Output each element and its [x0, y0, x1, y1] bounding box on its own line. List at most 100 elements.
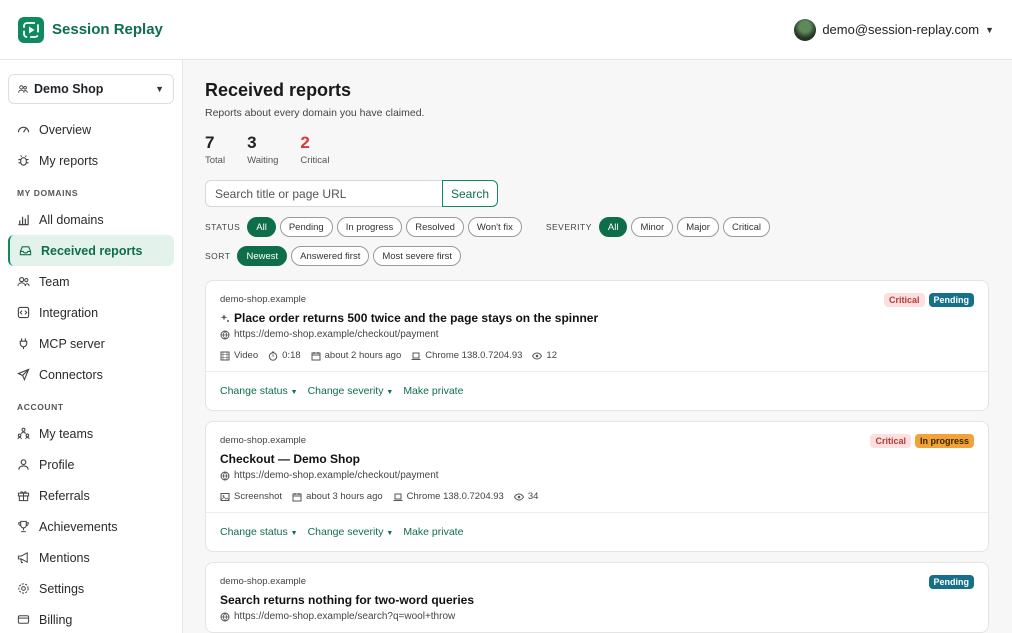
- main-content: Received reports Reports about every dom…: [183, 60, 1012, 633]
- laptop-icon: [393, 493, 403, 501]
- card-badges: Critical Pending: [883, 293, 974, 307]
- report-card[interactable]: Pending demo-shop.example Search returns…: [205, 562, 989, 633]
- brand[interactable]: Session Replay: [18, 16, 163, 43]
- change-severity-button[interactable]: Change severity ▼: [308, 526, 394, 538]
- stat-critical: 2 Critical: [300, 133, 329, 166]
- user-menu[interactable]: demo@session-replay.com ▼: [794, 18, 994, 41]
- chip-severity-major[interactable]: Major: [677, 217, 719, 237]
- change-status-button[interactable]: Change status ▼: [220, 526, 298, 538]
- avatar: [794, 18, 817, 41]
- card-icon: [17, 615, 30, 624]
- search-button[interactable]: Search: [442, 180, 498, 207]
- chip-sort-answered-first[interactable]: Answered first: [291, 246, 370, 266]
- globe-icon: [220, 330, 230, 339]
- sidebar-item-received-reports[interactable]: Received reports: [8, 235, 174, 266]
- eye-icon: [513, 492, 524, 501]
- chevron-down-icon: ▼: [386, 530, 394, 537]
- sidebar-item-connectors[interactable]: Connectors: [8, 359, 174, 390]
- section-label-domains: MY DOMAINS: [17, 188, 79, 198]
- chip-severity-all[interactable]: All: [598, 217, 628, 237]
- sidebar-item-integration[interactable]: Integration: [8, 297, 174, 328]
- chip-sort-most-severe[interactable]: Most severe first: [373, 246, 462, 266]
- report-type: Video: [234, 350, 259, 361]
- top-bar: Session Replay demo@session-replay.com ▼: [0, 0, 1012, 60]
- shop-selector[interactable]: Demo Shop ▼: [8, 74, 174, 104]
- report-url[interactable]: https://demo-shop.example/checkout/payme…: [234, 470, 439, 481]
- sidebar: Demo Shop ▼ Overview My reports MY DOMAI…: [0, 60, 183, 633]
- logo-icon: [18, 16, 44, 43]
- sidebar-item-billing[interactable]: Billing: [8, 604, 174, 633]
- chevron-down-icon: ▼: [155, 84, 164, 94]
- search-input[interactable]: [205, 180, 442, 207]
- status-badge: In progress: [914, 434, 974, 448]
- sidebar-item-label: My reports: [39, 153, 99, 168]
- chip-status-wont-fix[interactable]: Won't fix: [467, 217, 522, 237]
- sidebar-item-label: Received reports: [41, 243, 143, 258]
- chip-status-pending[interactable]: Pending: [279, 217, 333, 237]
- users-icon: [18, 85, 28, 93]
- severity-badge: Critical: [870, 434, 911, 448]
- report-title[interactable]: Place order returns 500 twice and the pa…: [234, 311, 598, 325]
- report-meta: Screenshot about 3 hours ago Chrome 138.…: [220, 491, 974, 502]
- sidebar-item-mentions[interactable]: Mentions: [8, 542, 174, 573]
- chip-severity-critical[interactable]: Critical: [722, 217, 770, 237]
- plug-icon: [19, 338, 28, 350]
- status-badge: Pending: [928, 293, 974, 307]
- sidebar-item-achievements[interactable]: Achievements: [8, 511, 174, 542]
- sidebar-item-label: Mentions: [39, 550, 90, 565]
- change-status-button[interactable]: Change status ▼: [220, 385, 298, 397]
- sidebar-item-team[interactable]: Team: [8, 266, 174, 297]
- stat-label: Critical: [300, 155, 330, 166]
- timer-icon: [268, 351, 278, 361]
- status-badge: Pending: [928, 575, 974, 589]
- sidebar-item-label: All domains: [39, 212, 104, 227]
- sidebar-item-profile[interactable]: Profile: [8, 449, 174, 480]
- chevron-down-icon: ▼: [290, 389, 298, 396]
- brand-name: Session Replay: [52, 21, 163, 38]
- sidebar-item-my-reports[interactable]: My reports: [8, 145, 174, 176]
- card-actions: Change status ▼ Change severity ▼ Make p…: [206, 371, 988, 410]
- chip-status-resolved[interactable]: Resolved: [406, 217, 464, 237]
- sidebar-item-my-teams[interactable]: My teams: [8, 418, 174, 449]
- chip-status-all[interactable]: All: [247, 217, 276, 237]
- shop-name: Demo Shop: [34, 82, 104, 96]
- user-icon: [18, 459, 29, 470]
- report-url-row: https://demo-shop.example/search?q=wool+…: [220, 611, 974, 622]
- stat-waiting: 3 Waiting: [247, 133, 278, 166]
- report-card[interactable]: Critical In progress demo-shop.example C…: [205, 421, 989, 552]
- stat-total: 7 Total: [205, 133, 225, 166]
- sidebar-item-label: Overview: [39, 122, 92, 137]
- chip-severity-minor[interactable]: Minor: [631, 217, 674, 237]
- report-title[interactable]: Search returns nothing for two-word quer…: [220, 593, 474, 607]
- sidebar-item-label: Connectors: [39, 367, 103, 382]
- report-url[interactable]: https://demo-shop.example/checkout/payme…: [234, 329, 439, 340]
- sidebar-item-all-domains[interactable]: All domains: [8, 204, 174, 235]
- globe-icon: [220, 471, 230, 480]
- calendar-icon: [311, 351, 321, 360]
- sidebar-item-label: MCP server: [39, 336, 105, 351]
- bug-icon: [18, 155, 29, 166]
- sidebar-item-settings[interactable]: Settings: [8, 573, 174, 604]
- make-private-button[interactable]: Make private: [403, 526, 463, 538]
- report-card[interactable]: Critical Pending demo-shop.example Place…: [205, 280, 989, 411]
- report-title-row: Checkout — Demo Shop: [220, 452, 974, 466]
- report-type: Screenshot: [234, 491, 283, 502]
- chevron-down-icon: ▼: [985, 24, 994, 35]
- report-title-row: Place order returns 500 twice and the pa…: [220, 311, 974, 325]
- make-private-button[interactable]: Make private: [403, 385, 463, 397]
- chip-status-in-progress[interactable]: In progress: [336, 217, 403, 237]
- sidebar-item-label: Referrals: [39, 488, 90, 503]
- chip-sort-newest[interactable]: Newest: [237, 246, 288, 266]
- change-severity-button[interactable]: Change severity ▼: [308, 385, 394, 397]
- sidebar-item-label: Settings: [39, 581, 85, 596]
- globe-icon: [220, 612, 230, 621]
- sidebar-item-mcp-server[interactable]: MCP server: [8, 328, 174, 359]
- page-subtitle: Reports about every domain you have clai…: [205, 107, 425, 119]
- report-url[interactable]: https://demo-shop.example/search?q=wool+…: [234, 611, 455, 622]
- send-icon: [17, 368, 30, 381]
- sidebar-item-referrals[interactable]: Referrals: [8, 480, 174, 511]
- sidebar-item-overview[interactable]: Overview: [8, 114, 174, 145]
- sidebar-item-label: Billing: [39, 612, 73, 627]
- report-title[interactable]: Checkout — Demo Shop: [220, 452, 360, 466]
- report-browser: Chrome 138.0.7204.93: [425, 350, 523, 361]
